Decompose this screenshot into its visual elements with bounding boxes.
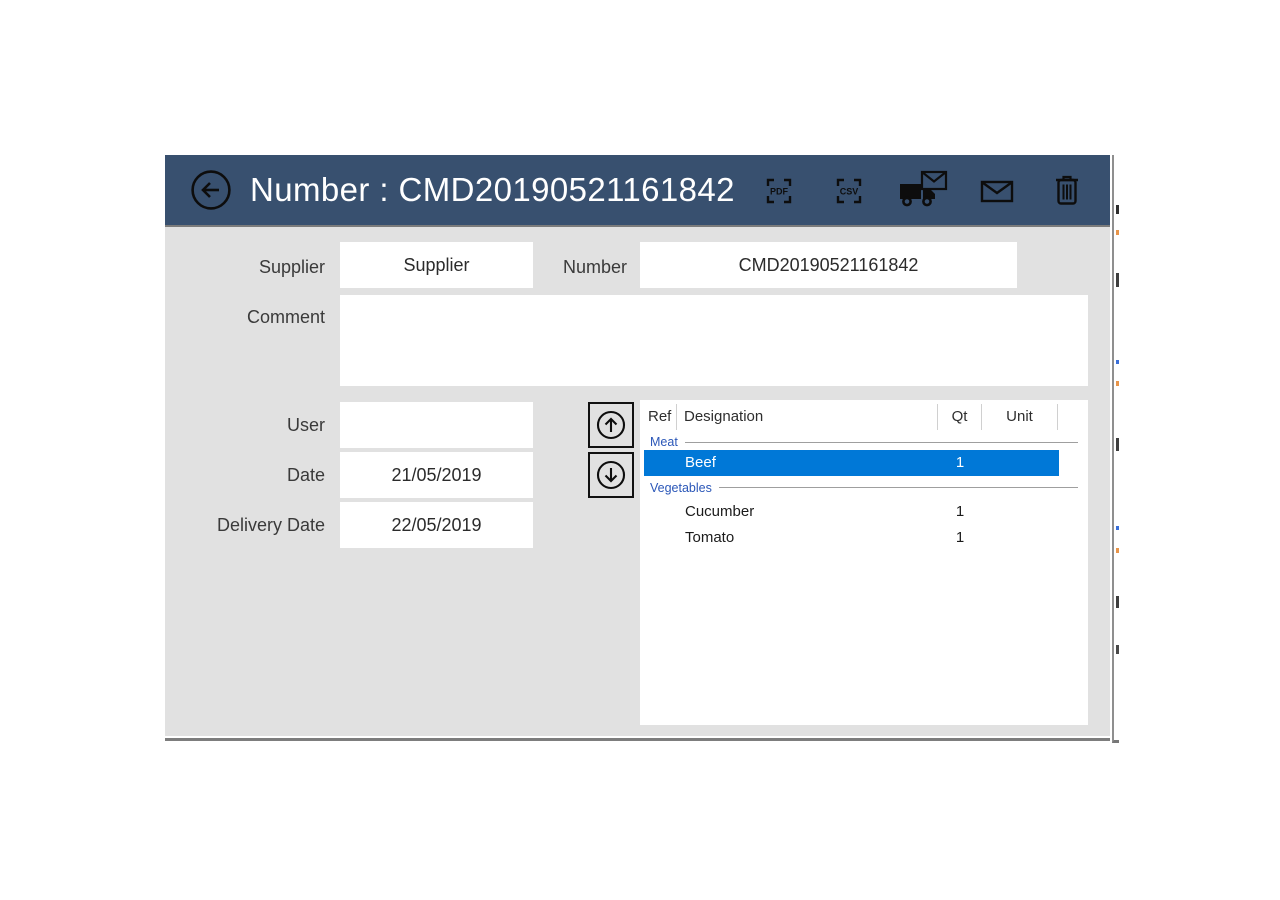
cell-qt: 1: [938, 525, 982, 551]
column-header-qt[interactable]: Qt: [938, 404, 982, 430]
table-row-cucumber[interactable]: Cucumber 1: [640, 499, 1088, 525]
date-label: Date: [165, 463, 325, 487]
cell-designation: Beef: [685, 450, 716, 476]
mail-icon: [980, 177, 1014, 205]
comment-input[interactable]: [340, 295, 1088, 386]
screen-artifact: [1116, 205, 1119, 214]
move-item-up-button[interactable]: [588, 402, 634, 448]
delete-button[interactable]: [1043, 167, 1091, 215]
export-pdf-button[interactable]: PDF: [755, 167, 803, 215]
screen-artifact: [1116, 273, 1119, 287]
supplier-label: Supplier: [165, 255, 325, 279]
column-header-designation[interactable]: Designation: [677, 404, 938, 430]
group-rule: [719, 487, 1078, 488]
titlebar-actions: PDF CSV: [755, 167, 1091, 215]
user-input[interactable]: [340, 402, 533, 448]
move-item-down-button[interactable]: [588, 452, 634, 498]
adjacent-window-edge: [1112, 155, 1119, 743]
arrow-up-circle-icon: [594, 408, 628, 442]
order-detail-window: Number : CMD20190521161842 PDF CSV: [165, 155, 1110, 741]
date-input[interactable]: [340, 452, 533, 498]
truck-mail-icon: [898, 169, 948, 213]
cell-qt: 1: [938, 499, 982, 525]
items-table-header: Ref Designation Qt Unit: [640, 400, 1088, 434]
arrow-down-circle-icon: [594, 458, 628, 492]
delivery-date-label: Delivery Date: [165, 513, 325, 537]
group-header-meat: Meat: [640, 434, 1088, 450]
screen-artifact: [1116, 360, 1119, 364]
send-order-button[interactable]: [895, 167, 951, 215]
back-button[interactable]: [189, 168, 233, 212]
screen-artifact: [1116, 526, 1119, 530]
cell-designation: Cucumber: [685, 499, 754, 525]
svg-text:PDF: PDF: [770, 187, 789, 197]
items-table: Ref Designation Qt Unit Meat Beef 1: [640, 400, 1088, 725]
cell-designation: Tomato: [685, 525, 734, 551]
group-header-vegetables: Vegetables: [640, 476, 1088, 499]
user-label: User: [165, 413, 325, 437]
number-label: Number: [467, 255, 627, 279]
number-input[interactable]: [640, 242, 1017, 288]
pdf-icon: PDF: [765, 177, 793, 205]
group-rule: [685, 442, 1078, 443]
column-header-ref[interactable]: Ref: [640, 404, 677, 430]
export-csv-button[interactable]: CSV: [825, 167, 873, 215]
cell-qt: 1: [938, 450, 982, 476]
back-arrow-icon: [190, 169, 232, 211]
svg-text:CSV: CSV: [840, 187, 859, 197]
screen-artifact: [1116, 381, 1119, 386]
screen-background: Number : CMD20190521161842 PDF CSV: [0, 0, 1280, 900]
screen-artifact: [1116, 645, 1119, 654]
trash-icon: [1052, 174, 1082, 208]
csv-icon: CSV: [835, 177, 863, 205]
screen-artifact: [1116, 596, 1119, 608]
screen-artifact: [1116, 548, 1119, 553]
group-label: Vegetables: [650, 481, 712, 495]
delivery-date-input[interactable]: [340, 502, 533, 548]
table-row-tomato[interactable]: Tomato 1: [640, 525, 1088, 551]
group-label: Meat: [650, 435, 678, 449]
screen-artifact: [1116, 230, 1119, 235]
email-button[interactable]: [973, 167, 1021, 215]
page-title: Number : CMD20190521161842: [250, 171, 735, 209]
screen-artifact: [1116, 438, 1119, 451]
order-form: Supplier Number Comment User Date Delive…: [165, 227, 1110, 736]
titlebar: Number : CMD20190521161842 PDF CSV: [165, 155, 1110, 227]
comment-label: Comment: [165, 305, 325, 329]
table-row-beef[interactable]: Beef 1: [640, 450, 1088, 476]
column-header-unit[interactable]: Unit: [982, 404, 1058, 430]
